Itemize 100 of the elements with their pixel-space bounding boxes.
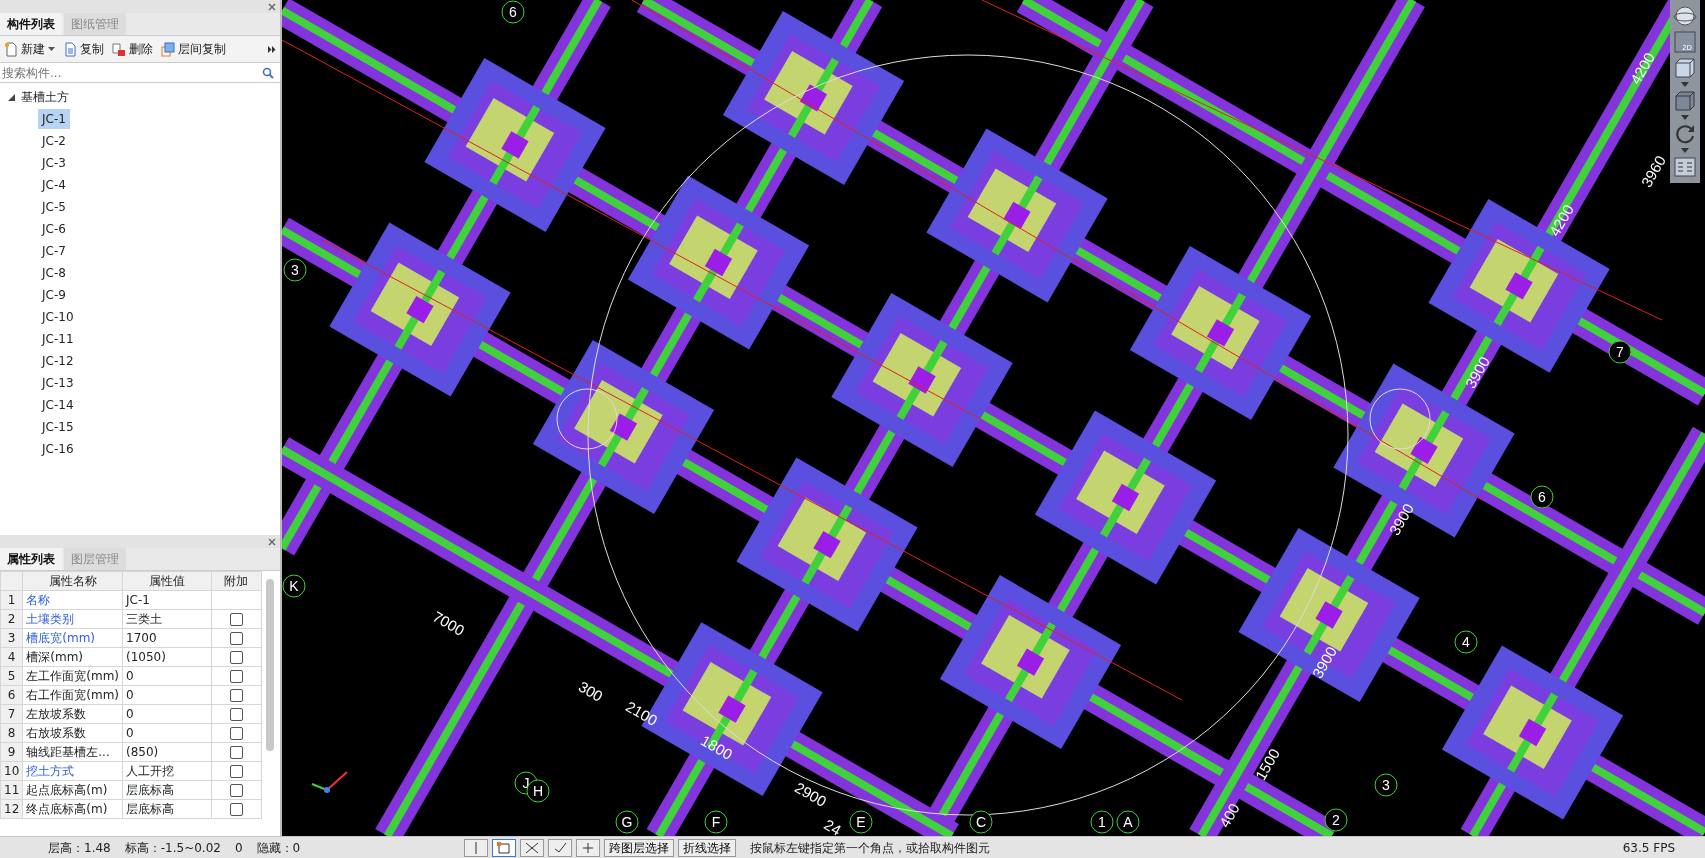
tree-item[interactable]: JC-5 (38, 197, 70, 217)
select-tool-button[interactable] (492, 838, 517, 857)
checkbox[interactable] (229, 727, 243, 740)
select-tool-button[interactable] (576, 838, 601, 857)
status-text: 隐藏：0 (256, 839, 301, 857)
tree-item[interactable]: JC-12 (38, 351, 78, 371)
property-name: 右工作面宽(mm) (26, 688, 120, 702)
checkbox[interactable] (229, 765, 243, 778)
tree-item[interactable]: JC-10 (38, 307, 78, 327)
axis-bubble: E (849, 810, 873, 834)
check-icon[interactable] (553, 841, 568, 854)
property-value[interactable]: 层底标高 (122, 780, 212, 800)
checklist-icon[interactable] (1673, 155, 1697, 179)
property-name: 终点底标高(m) (26, 802, 108, 816)
axis-bubble: K (282, 574, 306, 598)
caret-icon[interactable] (1681, 115, 1689, 120)
property-value[interactable]: 0 (122, 723, 212, 743)
property-name: 槽底宽(mm) (26, 631, 96, 645)
orbit-handle (556, 388, 618, 450)
property-value[interactable]: (850) (122, 742, 212, 762)
row-number: 12 (0, 799, 23, 819)
tree-item[interactable]: JC-4 (38, 175, 70, 195)
tree-item[interactable]: JC-14 (38, 395, 78, 415)
checkbox[interactable] (229, 803, 243, 816)
checkbox[interactable] (229, 784, 243, 797)
tree-item[interactable]: JC-1 (38, 109, 70, 129)
scrollbar[interactable] (266, 579, 274, 751)
axis-bubble: 2 (1324, 808, 1348, 832)
property-value[interactable]: 0 (122, 666, 212, 686)
panel-tab[interactable]: 属性列表 (0, 548, 62, 570)
toolbar-button[interactable]: 删除 (112, 40, 153, 58)
property-value[interactable]: (1050) (122, 647, 212, 667)
tree-item[interactable]: JC-16 (38, 439, 78, 459)
property-value[interactable]: 0 (122, 685, 212, 705)
axis-bubble: 3 (283, 258, 307, 282)
dimension-label: 400 (1215, 800, 1243, 831)
caret-icon[interactable] (1681, 82, 1689, 87)
tree-item[interactable]: JC-9 (38, 285, 70, 305)
row-number: 4 (0, 647, 23, 667)
axis-bubble: 7 (1608, 340, 1632, 364)
select-tool-button[interactable] (548, 838, 573, 857)
toolbar-button[interactable]: 复制 (63, 40, 104, 58)
row-number: 2 (0, 609, 23, 629)
tree-item[interactable]: JC-11 (38, 329, 78, 349)
tree-item[interactable]: JC-8 (38, 263, 70, 283)
toolbar-button[interactable]: 新建 (4, 40, 55, 58)
tree-item[interactable]: JC-13 (38, 373, 78, 393)
property-value[interactable]: 层底标高 (122, 799, 212, 819)
checkbox[interactable] (229, 689, 243, 702)
property-name: 槽深(mm) (26, 650, 84, 664)
axis-bubble: 6 (1530, 485, 1554, 509)
select-tool-button[interactable] (520, 838, 545, 857)
checkbox[interactable] (229, 613, 243, 626)
row-number: 11 (0, 780, 23, 800)
row-number: 8 (0, 723, 23, 743)
row-number: 3 (0, 628, 23, 648)
toolbar-button[interactable]: 层间复制 (161, 40, 226, 58)
property-name: 挖土方式 (26, 764, 75, 778)
more-icon[interactable] (268, 45, 276, 53)
property-value[interactable]: 三类土 (122, 609, 212, 629)
document-icon (63, 41, 77, 57)
tree-item[interactable]: JC-6 (38, 219, 70, 239)
checkbox[interactable] (229, 670, 243, 683)
tree-node[interactable]: 基槽土方 (21, 88, 69, 106)
property-value[interactable]: 1700 (122, 628, 212, 648)
panel-tab[interactable]: 构件列表 (0, 13, 62, 35)
status-button[interactable]: 折线选择 (678, 838, 737, 857)
search-icon[interactable] (262, 66, 274, 79)
sphere-icon[interactable] (1673, 4, 1697, 28)
close-icon[interactable] (268, 536, 276, 547)
axis-bubble: C (969, 810, 993, 834)
select-tool-button[interactable] (464, 838, 489, 857)
status-button[interactable]: 跨图层选择 (604, 838, 675, 857)
square-icon[interactable] (497, 841, 512, 854)
cube-icon[interactable] (1673, 89, 1697, 113)
property-name: 起点底标高(m) (26, 783, 108, 797)
caret-icon[interactable] (1681, 148, 1689, 153)
rotate-icon[interactable] (1673, 122, 1697, 146)
dimension-label: 24 (821, 815, 845, 836)
property-name: 土壤类别 (26, 612, 75, 626)
document-icon (112, 41, 126, 57)
property-value[interactable]: JC-1 (122, 590, 212, 610)
tree-item[interactable]: JC-2 (38, 131, 70, 151)
tree-item[interactable]: JC-7 (38, 241, 70, 261)
row-number: 9 (0, 742, 23, 762)
checkbox[interactable] (229, 708, 243, 721)
checkbox[interactable] (229, 632, 243, 645)
cross-icon[interactable] (525, 841, 540, 854)
tree-item[interactable]: JC-15 (38, 417, 78, 437)
property-value[interactable]: 0 (122, 704, 212, 724)
expand-icon[interactable] (8, 93, 15, 101)
close-icon[interactable] (268, 1, 276, 12)
status-text: 层高：1.48 (48, 839, 111, 857)
cube-icon[interactable] (1673, 56, 1697, 80)
property-value[interactable]: 人工开挖 (122, 761, 212, 781)
checkbox[interactable] (229, 651, 243, 664)
axis-bubble: G (615, 810, 639, 834)
checkbox[interactable] (229, 746, 243, 759)
plus-icon[interactable] (581, 841, 596, 854)
tree-item[interactable]: JC-3 (38, 153, 70, 173)
